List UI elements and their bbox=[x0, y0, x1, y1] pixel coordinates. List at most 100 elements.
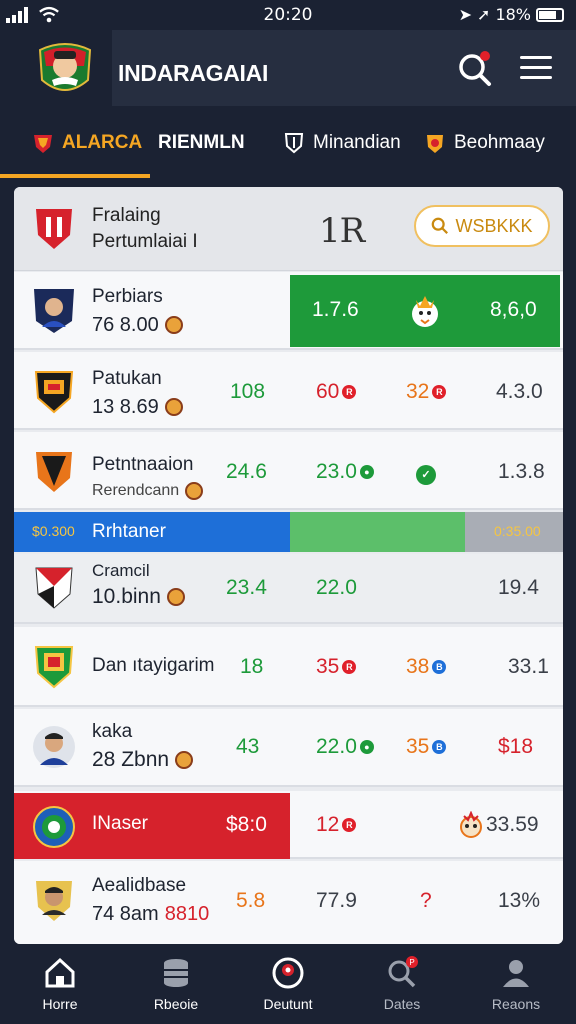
tab-beohmaay[interactable]: Beohmaay bbox=[424, 128, 545, 158]
time-label: 0:35.00 bbox=[494, 523, 541, 539]
mascot-icon bbox=[460, 811, 482, 838]
league-name: Fralaing bbox=[92, 205, 161, 226]
club-badge-icon bbox=[166, 588, 185, 606]
score-value: 1.7.6 bbox=[312, 298, 359, 321]
menu-icon[interactable] bbox=[520, 56, 552, 82]
tab-alarca[interactable]: ALARCA bbox=[32, 128, 142, 158]
team-name: Perbiars bbox=[92, 286, 163, 307]
team-name: Cramcil bbox=[92, 561, 150, 580]
stat-value: 22.0 bbox=[316, 576, 357, 599]
club-badge-icon bbox=[164, 316, 183, 334]
stat-value: 24.6 bbox=[226, 460, 267, 483]
team-meta: Rerendcann bbox=[92, 480, 204, 502]
team-name: Dan ıtayigarim bbox=[92, 655, 215, 676]
team-name: INaser bbox=[92, 813, 148, 834]
avatar bbox=[33, 806, 75, 848]
stat-value: 5.8 bbox=[236, 889, 266, 912]
team-name: Petntnaaion bbox=[92, 454, 194, 475]
location-icon: ➤ bbox=[458, 5, 473, 24]
stat-value: 23.0 ● bbox=[316, 460, 374, 484]
league-subtitle: Pertumlaiai I bbox=[92, 231, 198, 252]
team-meta: 13 8.69 bbox=[92, 396, 183, 418]
status-right: ➤ ➚ 18% bbox=[459, 5, 564, 24]
battery-percent: 18% bbox=[495, 5, 531, 24]
total-value: 8,6,0 bbox=[490, 298, 537, 321]
active-tab-indicator bbox=[0, 174, 150, 178]
stat-value: 22.0 ● bbox=[316, 735, 374, 759]
highlight-bar-green bbox=[290, 512, 465, 552]
team-name: Rrhtaner bbox=[92, 521, 166, 542]
stat-value: 35 B bbox=[406, 735, 447, 759]
stat-value: 38 B bbox=[406, 655, 447, 679]
stat-value: 60 R bbox=[316, 380, 357, 404]
total-value: 19.4 bbox=[498, 576, 539, 599]
league-logo-icon bbox=[36, 209, 72, 249]
nav-deutunt[interactable]: Deutunt bbox=[238, 956, 338, 1016]
nav-dates[interactable]: P Dates bbox=[352, 956, 452, 1016]
total-value: 13% bbox=[498, 889, 541, 912]
club-logo-icon[interactable] bbox=[32, 36, 98, 102]
stat-value: 35 R bbox=[316, 655, 357, 679]
stat-value: 32 R bbox=[406, 380, 447, 404]
mascot-icon bbox=[412, 296, 438, 327]
league-tabs: ALARCA RIENMLN Minandian Beohmaay bbox=[0, 108, 576, 178]
nav-rbeoie[interactable]: Rbeoie bbox=[126, 956, 226, 1016]
stat-value: 12 R bbox=[316, 813, 357, 837]
avatar bbox=[34, 371, 74, 414]
search-icon[interactable] bbox=[456, 50, 494, 88]
league-round: 1R bbox=[319, 211, 365, 251]
user-icon bbox=[503, 960, 529, 987]
total-value: 33.1 bbox=[508, 655, 549, 678]
team-meta: 76 8.00 bbox=[92, 314, 183, 336]
table-row[interactable]: INaser $8:0 12 R 33.59 bbox=[14, 791, 563, 859]
watch-button[interactable]: WSBKKK bbox=[414, 205, 550, 247]
league-header: Fralaing Pertumlaiai I 1R WSBKKK bbox=[14, 187, 563, 271]
avatar bbox=[36, 881, 72, 921]
team-meta: 10.binn bbox=[92, 586, 185, 608]
price-label: $0.300 bbox=[32, 523, 75, 539]
stat-value: 77.9 bbox=[316, 889, 357, 912]
table-row[interactable]: Dan ıtayigarim 18 35 R 38 B 33.1 bbox=[14, 627, 563, 707]
check-icon: ✓ bbox=[416, 465, 436, 485]
app-header: INDARAGAIAI bbox=[0, 30, 576, 108]
total-value: $18 bbox=[498, 735, 534, 758]
avatar bbox=[33, 726, 75, 768]
table-row[interactable]: Patukan 13 8.69 108 60 R 32 R 4.3.0 bbox=[14, 352, 563, 430]
ball-icon bbox=[272, 957, 304, 989]
bottom-nav: Horre Rbeoie Deutunt P Dates Reaons bbox=[0, 944, 576, 1024]
table-row[interactable]: $0.300 Rrhtaner 0:35.00 bbox=[14, 512, 563, 552]
club-badge-icon bbox=[185, 482, 204, 500]
svg-text:P: P bbox=[409, 958, 414, 967]
table-row[interactable]: Cramcil 10.binn 23.4 22.0 19.4 bbox=[14, 554, 563, 624]
database-icon bbox=[164, 959, 188, 987]
avatar bbox=[36, 452, 72, 492]
search-icon: P bbox=[388, 956, 418, 988]
badge-icon bbox=[427, 135, 443, 153]
stat-value: 23.4 bbox=[226, 576, 267, 599]
team-meta: 74 8am 8810 bbox=[92, 903, 210, 925]
total-value: 1.3.8 bbox=[498, 460, 545, 483]
table-row[interactable]: Perbiars 76 8.00 1.7.6 8,6,0 bbox=[14, 272, 563, 350]
tab-rienmln[interactable]: RIENMLN bbox=[158, 128, 245, 158]
standings-card: Fralaing Pertumlaiai I 1R WSBKKK Perbiar… bbox=[14, 187, 563, 944]
avatar bbox=[34, 289, 74, 333]
club-badge-icon bbox=[164, 398, 183, 416]
table-row[interactable]: kaka 28 Zbnn 43 22.0 ● 35 B $18 bbox=[14, 709, 563, 787]
team-name: Patukan bbox=[92, 368, 162, 389]
table-row[interactable]: Aealidbase 74 8am 8810 5.8 77.9 ? 13% bbox=[14, 861, 563, 944]
stat-value: 108 bbox=[230, 380, 266, 403]
avatar bbox=[34, 646, 74, 689]
home-icon bbox=[45, 957, 75, 988]
app-title: INDARAGAIAI bbox=[118, 60, 269, 86]
tab-minandian[interactable]: Minandian bbox=[283, 128, 401, 158]
total-value: 33.59 bbox=[486, 813, 539, 836]
nav-reaons[interactable]: Reaons bbox=[466, 956, 566, 1016]
nav-home[interactable]: Horre bbox=[10, 956, 110, 1016]
table-row[interactable]: Petntnaaion Rerendcann 24.6 23.0 ● ✓ 1.3.… bbox=[14, 432, 563, 510]
team-name: kaka bbox=[92, 721, 133, 742]
status-bar: 20:20 ➤ ➚ 18% bbox=[0, 0, 576, 30]
avatar bbox=[35, 567, 73, 609]
search-icon bbox=[432, 217, 449, 234]
shield-icon bbox=[284, 133, 304, 154]
team-meta: 28 Zbnn bbox=[92, 749, 194, 771]
